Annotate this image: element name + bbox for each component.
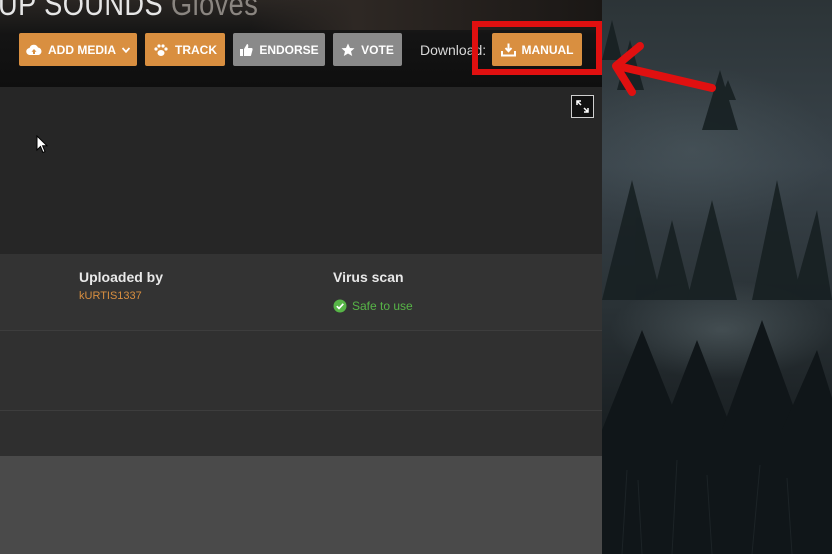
content-section <box>0 456 602 554</box>
uploader-link[interactable]: kURTIS1337 <box>79 290 142 302</box>
mod-title-main: UP SOUNDS <box>0 0 164 22</box>
red-arrow-annotation <box>608 40 718 105</box>
expand-icon <box>576 100 589 113</box>
check-circle-icon <box>333 299 347 313</box>
chevron-down-icon <box>122 46 130 53</box>
mod-title-secondary: Gloves <box>171 0 259 22</box>
add-media-button[interactable]: ADD MEDIA <box>19 33 137 66</box>
vote-label: VOTE <box>361 42 394 57</box>
endorse-button[interactable]: ENDORSE <box>233 33 325 66</box>
virus-scan-status-text: Safe to use <box>352 299 413 313</box>
track-button[interactable]: TRACK <box>145 33 225 66</box>
mod-title: UP SOUNDS Gloves <box>0 0 258 23</box>
media-viewer[interactable] <box>0 87 602 254</box>
uploaded-by-label: Uploaded by <box>79 269 164 285</box>
content-row <box>0 411 602 456</box>
endorse-label: ENDORSE <box>259 42 319 57</box>
vote-button[interactable]: VOTE <box>333 33 402 66</box>
star-icon <box>341 43 355 57</box>
paw-icon <box>153 43 169 57</box>
track-label: TRACK <box>175 42 217 57</box>
virus-scan-status: Safe to use <box>333 299 413 313</box>
mod-page-panel: UP SOUNDS Gloves ADD MEDIA TRACK ENDORSE… <box>0 0 602 554</box>
fullscreen-button[interactable] <box>571 95 594 118</box>
content-row <box>0 331 602 411</box>
cloud-upload-icon <box>26 44 42 56</box>
highlight-box-annotation <box>472 21 602 75</box>
add-media-label: ADD MEDIA <box>48 42 116 57</box>
virus-scan-label: Virus scan <box>333 269 404 285</box>
thumbs-up-icon <box>239 43 253 57</box>
mouse-cursor-icon <box>36 134 49 159</box>
